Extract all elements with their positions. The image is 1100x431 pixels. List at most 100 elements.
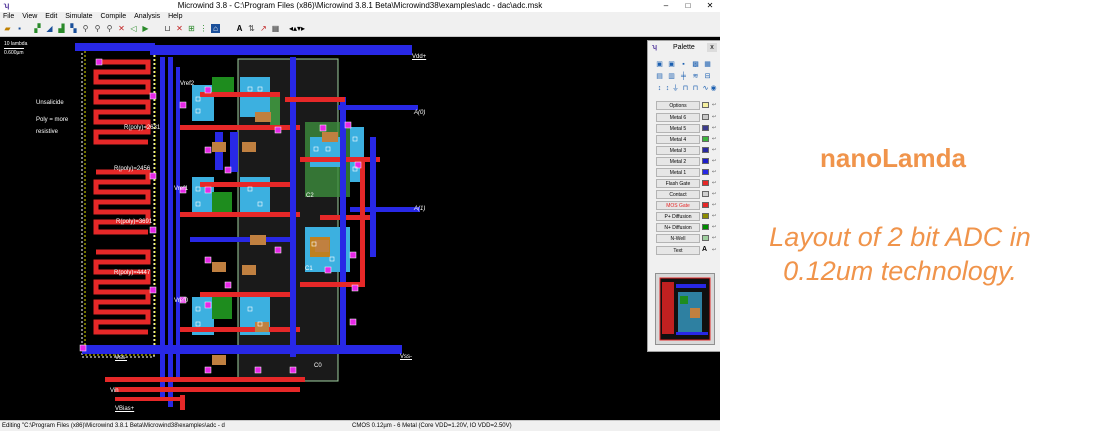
options-row[interactable]: Options ↩ (656, 101, 718, 110)
menu-help[interactable]: Help (165, 12, 185, 22)
layer-row-contact[interactable]: Contact ↩ (656, 190, 718, 199)
eye-icon[interactable]: ◉ (710, 85, 717, 92)
move-icon[interactable]: ▟ (57, 24, 66, 33)
layer-row-n-well[interactable]: N-Well ↩ (656, 234, 718, 243)
options-button[interactable]: Options (656, 101, 700, 110)
layer-row-mos-gate[interactable]: MOS Gate ↩ (656, 201, 718, 210)
minimize-button[interactable]: – (658, 0, 674, 12)
capacitor-icon[interactable]: ▥ (668, 73, 675, 80)
duplicate-icon[interactable]: ▚ (69, 24, 78, 33)
chart-icon[interactable]: ↗ (259, 24, 268, 33)
layer-row-metal-2[interactable]: Metal 2 ↩ (656, 157, 718, 166)
pmos-icon[interactable]: ▣ (668, 61, 675, 68)
menu-file[interactable]: File (0, 12, 17, 22)
resistor-icon[interactable]: ▤ (656, 73, 663, 80)
layer-row-flash-gate[interactable]: Flash Gate ↩ (656, 179, 718, 188)
pad-icon[interactable]: ▦ (704, 61, 711, 68)
layer-arrow-icon: ↩ (712, 114, 717, 120)
text-A-icon[interactable]: A (235, 24, 244, 33)
layer-row-metal-4[interactable]: Metal 4 ↩ (656, 135, 718, 144)
up-down-icon[interactable]: ↕ (656, 85, 663, 92)
layer-button[interactable]: Flash Gate (656, 179, 700, 188)
back-icon[interactable]: ◁ (129, 24, 138, 33)
layer-color-swatch (702, 180, 709, 186)
fill-icon[interactable]: ◢ (45, 24, 54, 33)
layer-button[interactable]: Contact (656, 190, 700, 199)
cross-section-icon[interactable]: ✕ (175, 24, 184, 33)
layer-button[interactable]: Metal 2 (656, 157, 700, 166)
options-swatch (702, 102, 709, 108)
menu-bar: File View Edit Simulate Compile Analysis… (0, 12, 720, 22)
contact-icon[interactable]: ▪ (680, 61, 687, 68)
bus-icon[interactable]: ⊟ (704, 73, 711, 80)
layer-row-n-diffusion[interactable]: N+ Diffusion ↩ (656, 223, 718, 232)
layer-row-metal-6[interactable]: Metal 6 ↩ (656, 113, 718, 122)
layer-row-metal-3[interactable]: Metal 3 ↩ (656, 146, 718, 155)
layout-minimap[interactable] (655, 273, 715, 345)
note-poly: Poly = more (36, 117, 69, 123)
palette-close-button[interactable]: x (707, 43, 717, 52)
menu-simulate[interactable]: Simulate (62, 12, 95, 22)
close-button[interactable]: ✕ (702, 0, 718, 12)
open-icon[interactable]: ▰ (3, 24, 12, 33)
layer-button[interactable]: N-Well (656, 234, 700, 243)
pulse-icon[interactable]: ⊓ (692, 85, 699, 92)
label-vref2: Vref2 (180, 81, 195, 87)
run-simulation-icon[interactable]: ▶ (141, 24, 150, 33)
layer-arrow-icon: ↩ (712, 235, 717, 241)
layer-button[interactable]: Metal 5 (656, 124, 700, 133)
layer-row-metal-1[interactable]: Metal 1 ↩ (656, 168, 718, 177)
nmos-icon[interactable]: ▣ (656, 61, 663, 68)
layer-arrow-icon: ↩ (712, 169, 717, 175)
layer-button[interactable]: Metal 3 (656, 146, 700, 155)
3d-view-icon[interactable]: ⌂ (211, 24, 220, 33)
layer-arrow-icon: ↩ (712, 180, 717, 186)
layout-canvas[interactable]: 10 lambda 0.600µm Vdd+ A(0) A(1) Vss- Vs… (0, 37, 720, 420)
measure-icon[interactable]: ⚲ (105, 24, 114, 33)
updown2-icon[interactable]: ↕ (664, 85, 671, 92)
layer-arrow-icon: ↩ (712, 202, 717, 208)
promo-panel (720, 0, 1100, 430)
toolbar: ▰ ▪ ▞ ◢ ▟ ▚ ⚲ ⚲ ⚲ ✕ ◁ ▶ ⊔ ✕ ⊞ ⋮ ⌂ A ⇅ ↗ … (0, 22, 720, 37)
diode-icon[interactable]: ╪ (680, 73, 687, 80)
text-row[interactable]: Text A ↩ (656, 246, 718, 255)
ground-icon[interactable]: ⏚ (672, 85, 679, 92)
inductor-icon[interactable]: ≋ (692, 73, 699, 80)
layer-color-swatch (702, 235, 709, 241)
label-vref0: Vref0 (174, 298, 189, 304)
palette-app-icon: ʮ (652, 44, 658, 51)
mirror-icon[interactable]: ⇅ (247, 24, 256, 33)
clock-icon[interactable]: ⊓ (682, 85, 689, 92)
text-button[interactable]: Text (656, 246, 700, 255)
undo-icon[interactable]: ✕ (117, 24, 126, 33)
layer-row-p-diffusion[interactable]: P+ Diffusion ↩ (656, 212, 718, 221)
zoom-out-icon[interactable]: ⚲ (93, 24, 102, 33)
layer-color-swatch (702, 213, 709, 219)
grid-icon[interactable]: ▦ (271, 24, 280, 33)
layer-button[interactable]: Metal 4 (656, 135, 700, 144)
layer-button[interactable]: Metal 1 (656, 168, 700, 177)
layer-icon[interactable]: ⊔ (163, 24, 172, 33)
scroll-icon[interactable]: ◂▴▾▸ (289, 24, 305, 33)
draw-box-icon[interactable]: ▞ (33, 24, 42, 33)
options-arrow-icon: ↩ (712, 102, 717, 108)
layer-row-metal-5[interactable]: Metal 5 ↩ (656, 124, 718, 133)
label-r4: R(poly)=4447 (114, 270, 151, 276)
layer-button[interactable]: MOS Gate (656, 201, 700, 210)
via-icon[interactable]: ▩ (692, 61, 699, 68)
layer-button[interactable]: N+ Diffusion (656, 223, 700, 232)
menu-analysis[interactable]: Analysis (131, 12, 163, 22)
microwind-window: ʮ Microwind 3.8 - C:\Program Files (x86)… (0, 0, 721, 431)
connect-icon[interactable]: ⊞ (187, 24, 196, 33)
menu-view[interactable]: View (19, 12, 40, 22)
layer-button[interactable]: Metal 6 (656, 113, 700, 122)
zoom-in-icon[interactable]: ⚲ (81, 24, 90, 33)
menu-edit[interactable]: Edit (42, 12, 60, 22)
save-icon[interactable]: ▪ (15, 24, 24, 33)
sine-icon[interactable]: ∿ (702, 85, 709, 92)
menu-compile[interactable]: Compile (97, 12, 129, 22)
align-icon[interactable]: ⋮ (199, 24, 208, 33)
label-vbias: VBias+ (115, 406, 135, 412)
layer-button[interactable]: P+ Diffusion (656, 212, 700, 221)
maximize-button[interactable]: □ (680, 0, 696, 12)
